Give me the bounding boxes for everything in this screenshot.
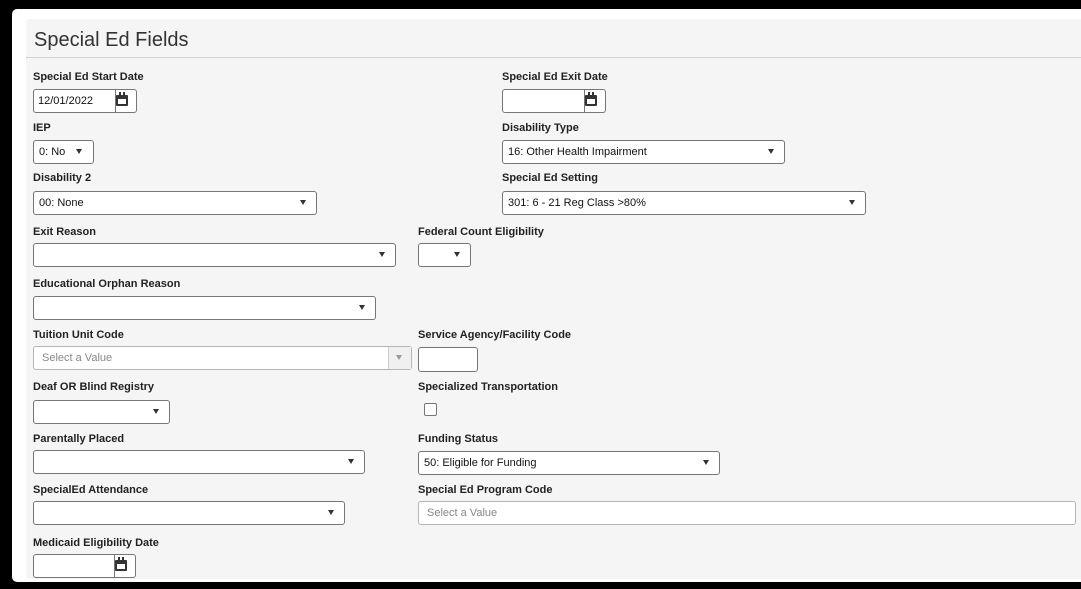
medicaid-date-label: Medicaid Eligibility Date (33, 537, 159, 549)
calendar-icon (116, 92, 128, 106)
start-date-label: Special Ed Start Date (33, 71, 144, 83)
medicaid-date-field (33, 554, 136, 578)
chevron-down-icon (153, 409, 159, 414)
exit-date-field (502, 89, 606, 113)
attendance-select[interactable] (33, 501, 345, 525)
iep-label: IEP (33, 122, 51, 134)
attendance-label: SpecialEd Attendance (33, 484, 149, 496)
medicaid-date-calendar-button[interactable] (109, 555, 135, 577)
exit-date-input[interactable] (503, 90, 585, 112)
program-code-combobox[interactable]: Select a Value (418, 501, 1076, 525)
setting-label: Special Ed Setting (502, 172, 598, 184)
chevron-down-icon (300, 200, 306, 205)
iep-value: 0: No (39, 146, 66, 158)
tuition-unit-dropdown-button[interactable] (388, 347, 411, 369)
federal-count-select[interactable] (418, 243, 471, 267)
chevron-down-icon (768, 149, 774, 154)
funding-status-label: Funding Status (418, 433, 499, 445)
setting-select[interactable]: 301: 6 - 21 Reg Class >80% (502, 191, 866, 215)
setting-value: 301: 6 - 21 Reg Class >80% (508, 197, 646, 209)
disability-2-label: Disability 2 (33, 172, 92, 184)
start-date-input[interactable]: 12/01/2022 (34, 90, 116, 112)
tuition-unit-placeholder: Select a Value (42, 352, 113, 364)
exit-reason-label: Exit Reason (33, 226, 96, 238)
exit-date-calendar-button[interactable] (579, 90, 605, 112)
deaf-blind-select[interactable] (33, 400, 170, 424)
start-date-calendar-button[interactable] (110, 90, 136, 112)
service-agency-label: Service Agency/Facility Code (418, 329, 572, 341)
chevron-down-icon (703, 460, 709, 465)
exit-reason-select[interactable] (33, 243, 396, 267)
chevron-down-icon (849, 200, 855, 205)
tuition-unit-combobox[interactable]: Select a Value (33, 346, 412, 370)
disability-2-select[interactable]: 00: None (33, 191, 317, 215)
chevron-down-icon (379, 252, 385, 257)
program-code-label: Special Ed Program Code (418, 484, 553, 496)
transportation-checkbox[interactable] (424, 403, 437, 416)
section-title: Special Ed Fields (34, 29, 189, 51)
disability-type-value: 16: Other Health Impairment (508, 146, 647, 158)
deaf-blind-label: Deaf OR Blind Registry (33, 381, 155, 393)
chevron-down-icon (328, 510, 334, 515)
section-header: Special Ed Fields (26, 19, 1081, 58)
transportation-label: Specialized Transportation (418, 381, 558, 393)
orphan-reason-label: Educational Orphan Reason (33, 278, 181, 290)
calendar-icon (115, 557, 127, 571)
program-code-placeholder: Select a Value (427, 507, 498, 519)
service-agency-input[interactable] (418, 347, 478, 372)
iep-select[interactable]: 0: No (33, 140, 94, 164)
chevron-down-icon (359, 305, 365, 310)
special-ed-section: Special Ed Fields Special Ed Start Date … (26, 19, 1081, 579)
disability-2-value: 00: None (39, 197, 84, 209)
federal-count-label: Federal Count Eligibility (418, 226, 544, 238)
chevron-down-icon (396, 355, 402, 360)
start-date-field: 12/01/2022 (33, 89, 137, 113)
tuition-unit-label: Tuition Unit Code (33, 329, 124, 341)
exit-date-label: Special Ed Exit Date (502, 71, 608, 83)
orphan-reason-select[interactable] (33, 296, 376, 320)
funding-status-select[interactable]: 50: Eligible for Funding (418, 451, 720, 475)
disability-type-label: Disability Type (502, 122, 579, 134)
calendar-icon (585, 92, 597, 106)
medicaid-date-input[interactable] (34, 555, 115, 577)
funding-status-value: 50: Eligible for Funding (424, 457, 537, 469)
chevron-down-icon (76, 149, 82, 154)
form-panel: Special Ed Fields Special Ed Start Date … (12, 9, 1081, 582)
chevron-down-icon (454, 252, 460, 257)
disability-type-select[interactable]: 16: Other Health Impairment (502, 140, 785, 164)
parentally-placed-label: Parentally Placed (33, 433, 125, 445)
parentally-placed-select[interactable] (33, 450, 365, 474)
chevron-down-icon (348, 459, 354, 464)
